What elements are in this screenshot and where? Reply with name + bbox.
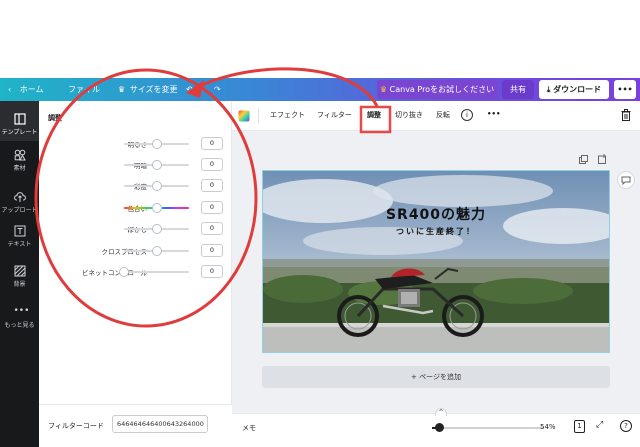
page-count-button[interactable]: 1 — [574, 420, 585, 433]
duplicate-page-icon[interactable] — [579, 155, 588, 164]
elements-icon — [14, 149, 26, 161]
sidebar-item-text[interactable]: テキスト — [0, 225, 39, 248]
chevron-left-icon: ‹ — [8, 85, 12, 94]
background-icon — [14, 265, 25, 277]
crown-icon: ♛ — [379, 85, 388, 94]
filter-code-input[interactable]: 646464646400643264000 — [112, 415, 208, 433]
comment-icon — [621, 176, 631, 186]
brightness-value-input[interactable]: 0 — [201, 137, 223, 150]
filter-button[interactable]: フィルター — [317, 110, 352, 120]
adjust-button[interactable]: 調整 — [367, 110, 381, 120]
brightness-slider-handle[interactable] — [152, 139, 162, 149]
sidebar-item-label: テンプレート — [1, 129, 38, 136]
sidebar-item-uploads[interactable]: アップロード — [0, 191, 39, 214]
sidebar-item-label: 背景 — [13, 281, 26, 288]
canva-pro-trial-button[interactable]: ♛ Canva Proをお試しください — [377, 80, 497, 99]
crop-button[interactable]: 切り抜き — [395, 110, 423, 120]
vignette-value-input[interactable]: 0 — [201, 265, 223, 278]
vignette-slider-track[interactable] — [124, 271, 189, 273]
home-label: ホーム — [19, 85, 44, 94]
contrast-value-input[interactable]: 0 — [201, 158, 223, 171]
resize-button[interactable]: ♛ サイズを変更 — [118, 78, 177, 101]
blur-slider-handle[interactable] — [152, 224, 162, 234]
add-page-icon[interactable] — [598, 154, 607, 164]
layout-icon — [13, 113, 26, 125]
contrast-slider-handle[interactable] — [152, 160, 162, 170]
flip-button[interactable]: 反転 — [436, 110, 450, 120]
canva-editor: ‹ ホーム ファイル ♛ サイズを変更 ↶ ↷ ♛ Canva Proをお試しく… — [0, 0, 640, 447]
workspace: SR400の魅力 ついに生産終了！ + ページを追加 — [232, 131, 640, 413]
crown-icon: ♛ — [118, 85, 126, 94]
cross-process-slider-handle[interactable] — [152, 246, 162, 256]
more-tools-button[interactable]: ••• — [487, 110, 500, 118]
filter-code-label: フィルターコード — [48, 422, 104, 430]
info-icon[interactable]: i — [461, 109, 473, 121]
sidebar-item-label: 素材 — [13, 165, 26, 172]
add-page-button[interactable]: + ページを追加 — [262, 366, 610, 388]
divider — [258, 109, 259, 123]
sidebar-item-background[interactable]: 背景 — [0, 265, 39, 288]
comment-button[interactable] — [617, 171, 635, 189]
design-canvas[interactable]: SR400の魅力 ついに生産終了！ — [262, 170, 610, 353]
help-icon[interactable]: ? — [620, 420, 632, 432]
left-sidebar: テンプレート 素材 アップロード テキスト 背景 ••• もっと見る — [0, 101, 39, 447]
slider-row: クロスプロセス 0 — [39, 244, 232, 258]
motorcycle-photo — [263, 171, 609, 352]
zoom-slider-track[interactable] — [432, 427, 544, 429]
slider-row: ぼかし 0 — [39, 222, 232, 236]
download-button[interactable]: ⤓ ダウンロード — [539, 80, 609, 99]
effects-button[interactable]: エフェクト — [270, 110, 305, 120]
saturation-slider-handle[interactable] — [152, 181, 162, 191]
zoom-level[interactable]: 54% — [540, 423, 556, 431]
sidebar-item-label: テキスト — [7, 241, 32, 248]
share-button[interactable]: 共有 — [502, 80, 534, 99]
redo-icon[interactable]: ↷ — [214, 78, 221, 101]
resize-label: サイズを変更 — [129, 85, 178, 94]
adjust-panel: 調整 明るさ 0 明暗 0 彩度 0 色合い 0 ぼかし 0 クロスプロセス 0… — [39, 101, 232, 447]
slider-row: 彩度 0 — [39, 179, 232, 193]
top-bar: ‹ ホーム ファイル ♛ サイズを変更 ↶ ↷ ♛ Canva Proをお試しく… — [0, 78, 640, 101]
undo-icon[interactable]: ↶ — [186, 78, 193, 101]
slider-row: 色合い 0 — [39, 201, 232, 215]
panel-title: 調整 — [48, 114, 62, 122]
sidebar-item-templates[interactable]: テンプレート — [0, 101, 39, 141]
slider-row: 明るさ 0 — [39, 137, 232, 151]
canvas-headline[interactable]: SR400の魅力 — [263, 204, 609, 224]
back-home-button[interactable]: ‹ ホーム — [8, 78, 44, 101]
cross-process-value-input[interactable]: 0 — [201, 244, 223, 257]
file-menu-button[interactable]: ファイル — [68, 78, 100, 101]
trash-icon[interactable] — [621, 109, 631, 121]
fullscreen-icon[interactable]: ⤢ — [596, 420, 603, 430]
tint-slider-handle[interactable] — [152, 203, 162, 213]
notes-button[interactable]: メモ — [242, 423, 256, 433]
blur-value-input[interactable]: 0 — [201, 222, 223, 235]
pro-trial-label: Canva Proをお試しください — [389, 85, 495, 94]
bottom-bar: ^ メモ 54% 1 ⤢ ? — [232, 408, 640, 447]
color-picker-icon[interactable] — [238, 110, 250, 122]
editor-toolbar: エフェクト フィルター 調整 切り抜き 反転 i ••• — [232, 101, 640, 131]
slider-row: ビネットコントロール 0 — [39, 265, 232, 279]
download-label: ダウンロード — [553, 85, 602, 94]
more-icon: ••• — [13, 306, 30, 316]
chevron-up-icon[interactable]: ^ — [435, 408, 447, 416]
upload-icon — [13, 192, 26, 202]
filter-code-bar: フィルターコード 646464646400643264000 — [39, 404, 232, 447]
sidebar-item-label: アップロード — [1, 207, 38, 214]
saturation-value-input[interactable]: 0 — [201, 179, 223, 192]
sidebar-item-more[interactable]: ••• もっと見る — [0, 306, 39, 329]
text-icon — [14, 225, 25, 237]
tint-value-input[interactable]: 0 — [201, 201, 223, 214]
sidebar-item-elements[interactable]: 素材 — [0, 149, 39, 172]
more-options-button[interactable]: ••• — [614, 80, 636, 99]
zoom-slider-handle[interactable] — [435, 423, 444, 432]
canvas-subline[interactable]: ついに生産終了！ — [263, 226, 609, 237]
vignette-slider-handle[interactable] — [119, 267, 129, 277]
slider-row: 明暗 0 — [39, 158, 232, 172]
sidebar-item-label: もっと見る — [4, 322, 35, 329]
download-icon: ⤓ — [546, 85, 551, 94]
